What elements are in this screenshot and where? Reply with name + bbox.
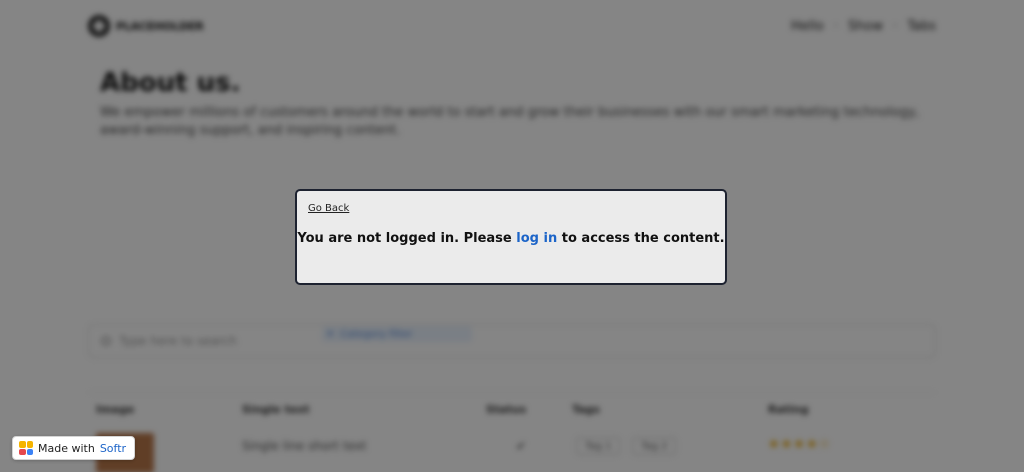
login-link[interactable]: log in [516,231,557,246]
login-message: You are not logged in. Please log in to … [297,231,725,246]
badge-brand: Softr [99,441,127,455]
made-with-softr-badge[interactable]: Made with Softr [12,436,136,460]
badge-prefix: Made with [38,441,95,455]
softr-logo-icon [19,441,33,455]
message-text-end: to access the content. [561,231,725,246]
message-text-start: You are not logged in. Please [297,231,512,246]
page: PLACEHOLDER Hello · Show · Tabs About us… [0,0,1024,472]
go-back-link[interactable]: Go Back [308,203,349,214]
login-required-modal: Go Back You are not logged in. Please lo… [295,189,727,285]
